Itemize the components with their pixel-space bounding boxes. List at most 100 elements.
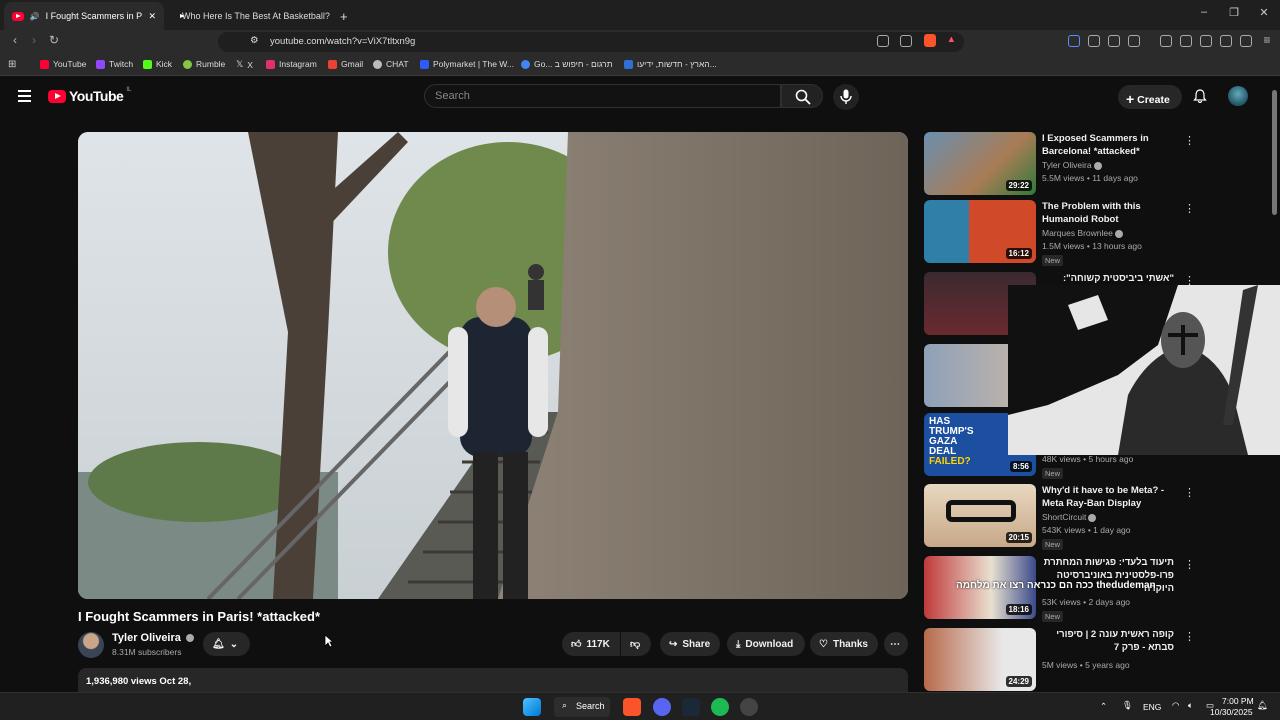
back-icon[interactable]: ‹	[6, 33, 24, 47]
recommendation-title[interactable]: I Exposed Scammers in Barcelona! *attack…	[1042, 132, 1174, 158]
extension-icon[interactable]	[1088, 35, 1100, 47]
dislike-button[interactable]: 👎︎	[621, 632, 651, 656]
recommendation-channel[interactable]: Tyler Oliveira	[1042, 160, 1102, 170]
extension-icon[interactable]	[1128, 35, 1140, 47]
recommendation-title[interactable]: קופה ראשית עונה 2 | סיפורי סבתא - פרק 7	[1042, 628, 1174, 654]
youtube-logo[interactable]: YouTube IL	[48, 87, 131, 104]
bookmark-haaretz[interactable]: הארץ - חדשות, ידיעו...	[624, 59, 717, 69]
haaretz-icon	[624, 59, 633, 69]
new-badge: New	[1042, 539, 1064, 550]
new-tab-button[interactable]: +	[332, 2, 352, 30]
language-indicator[interactable]: ENG	[1143, 702, 1161, 712]
forward-icon[interactable]: ›	[25, 33, 43, 47]
site-info-icon[interactable]: ⚙	[250, 35, 259, 46]
video-player[interactable]	[78, 132, 908, 599]
apps-grid-icon[interactable]: ⊞	[8, 59, 16, 70]
volume-icon[interactable]: 🔈︎	[1188, 700, 1193, 711]
recommendation-title[interactable]: The Problem with this Humanoid Robot	[1042, 200, 1174, 226]
share-icon[interactable]	[900, 35, 912, 47]
notifications-icon[interactable]: 🔔︎	[1257, 700, 1268, 711]
more-vertical-icon[interactable]: ⋮	[1184, 558, 1195, 571]
bookmark-twitch[interactable]: Twitch	[96, 59, 133, 69]
video-thumbnail[interactable]: 20:15	[924, 484, 1036, 547]
recommendation-item[interactable]: 24:29 קופה ראשית עונה 2 | סיפורי סבתא - …	[924, 628, 1269, 694]
brave-shield-icon[interactable]	[924, 34, 936, 47]
channel-name[interactable]: Tyler Oliveira	[112, 632, 194, 644]
music-icon[interactable]	[1160, 35, 1172, 47]
thanks-heart-icon: ♡	[819, 638, 828, 650]
polymarket-icon	[420, 59, 429, 69]
more-vertical-icon[interactable]: ⋮	[1184, 134, 1195, 147]
recommendation-item[interactable]: 16:12 The Problem with this Humanoid Rob…	[924, 200, 1269, 266]
discord-icon[interactable]	[653, 698, 671, 716]
recommendation-item[interactable]: 20:15 Why'd it have to be Meta? - Meta R…	[924, 484, 1269, 550]
recommendation-channel[interactable]: Marques Brownlee	[1042, 228, 1123, 238]
reload-icon[interactable]: ↻	[45, 33, 63, 47]
video-thumbnail[interactable]: 29:22	[924, 132, 1036, 195]
extension-icon[interactable]	[1068, 35, 1080, 47]
leo-ai-icon[interactable]	[1220, 35, 1232, 47]
clock-date[interactable]: 10/30/2025	[1210, 707, 1253, 717]
video-thumbnail[interactable]: 24:29	[924, 628, 1036, 691]
maximize-icon[interactable]: ❐	[1224, 6, 1244, 19]
bookmark-gmail[interactable]: Gmail	[328, 59, 363, 69]
bookmark-polymarket[interactable]: Polymarket | The W...	[420, 59, 514, 69]
browser-tab-bar: 🔊 I Fought Scammers in Paris! * ✕ Who He…	[0, 0, 1280, 30]
close-window-icon[interactable]: ✕	[1254, 6, 1274, 19]
menu-icon[interactable]: ≡	[1258, 33, 1276, 47]
recommendation-title[interactable]: Why'd it have to be Meta? - Meta Ray-Ban…	[1042, 484, 1174, 510]
bookmark-instagram[interactable]: Instagram	[266, 59, 317, 69]
description-box[interactable]: 1,936,980 views Oct 28,	[78, 668, 908, 694]
bookmark-kick[interactable]: Kick	[143, 59, 172, 69]
more-vertical-icon[interactable]: ⋮	[1184, 486, 1195, 499]
chevron-down-icon: ⌄	[229, 638, 239, 650]
bookmark-chat[interactable]: CHAT	[373, 59, 409, 69]
tray-chevron-up-icon[interactable]: ⌃	[1100, 701, 1107, 712]
tab-current[interactable]: 🔊 I Fought Scammers in Paris! * ✕	[4, 2, 164, 30]
notifications-bell-icon[interactable]	[1193, 89, 1207, 103]
thanks-button[interactable]: ♡ Thanks	[810, 632, 878, 656]
minimize-icon[interactable]: –	[1194, 6, 1214, 18]
spotify-icon[interactable]	[711, 698, 729, 716]
bookmark-youtube[interactable]: YouTube	[40, 59, 86, 69]
download-button[interactable]: ⤓ Download	[727, 632, 805, 656]
tab-label: I Fought Scammers in Paris! *	[45, 11, 143, 21]
page-scrollbar[interactable]	[1272, 90, 1277, 215]
app-icon[interactable]	[740, 698, 758, 716]
wallet-icon[interactable]	[1200, 35, 1212, 47]
share-button[interactable]: ↪ Share	[660, 632, 720, 656]
wifi-icon[interactable]: ◠	[1172, 700, 1179, 711]
bookmark-google-translate[interactable]: Go... תרגום - חיפוש ב	[521, 59, 613, 69]
account-avatar[interactable]	[1228, 86, 1248, 106]
more-actions-button[interactable]: ⋯	[884, 632, 908, 656]
hamburger-menu-icon[interactable]	[18, 90, 31, 102]
voice-search-button[interactable]	[833, 84, 859, 110]
search-input[interactable]: Search	[424, 84, 781, 108]
notification-bell-button[interactable]: 🔔︎ ⌄	[203, 632, 250, 656]
search-button[interactable]	[781, 84, 823, 108]
puzzle-icon[interactable]	[1108, 35, 1120, 47]
sidebar-icon[interactable]	[1180, 35, 1192, 47]
clock-time[interactable]: 7:00 PM	[1222, 696, 1254, 706]
create-button[interactable]: + Create	[1118, 85, 1182, 109]
bookmark-x[interactable]: 𝕏X	[236, 59, 253, 70]
brave-browser-icon[interactable]	[623, 698, 641, 716]
taskbar-search[interactable]: ⌕ Search	[554, 697, 610, 717]
vpn-icon[interactable]	[1240, 35, 1252, 47]
recommendation-item[interactable]: 29:22 I Exposed Scammers in Barcelona! *…	[924, 132, 1269, 198]
steam-icon[interactable]	[682, 698, 700, 716]
bookmark-rumble[interactable]: Rumble	[183, 59, 225, 69]
tab-basketball[interactable]: Who Here Is The Best At Basketball?	[168, 2, 330, 30]
close-tab-icon[interactable]: ✕	[148, 11, 156, 22]
channel-avatar[interactable]	[78, 632, 104, 658]
url-field[interactable]: ⚙ youtube.com/watch?v=ViX7tltxn9g ▲	[218, 32, 964, 52]
windows-start-icon[interactable]	[523, 698, 541, 716]
like-button[interactable]: 👍︎ 117K	[562, 632, 620, 656]
brave-rewards-icon[interactable]: ▲	[947, 34, 956, 45]
cast-icon[interactable]	[877, 35, 889, 47]
recommendation-channel[interactable]: ShortCircuit	[1042, 512, 1097, 522]
video-thumbnail[interactable]: 16:12	[924, 200, 1036, 263]
more-vertical-icon[interactable]: ⋮	[1184, 630, 1195, 643]
microphone-tray-icon[interactable]: 🎙︎	[1122, 700, 1133, 711]
more-vertical-icon[interactable]: ⋮	[1184, 202, 1195, 215]
